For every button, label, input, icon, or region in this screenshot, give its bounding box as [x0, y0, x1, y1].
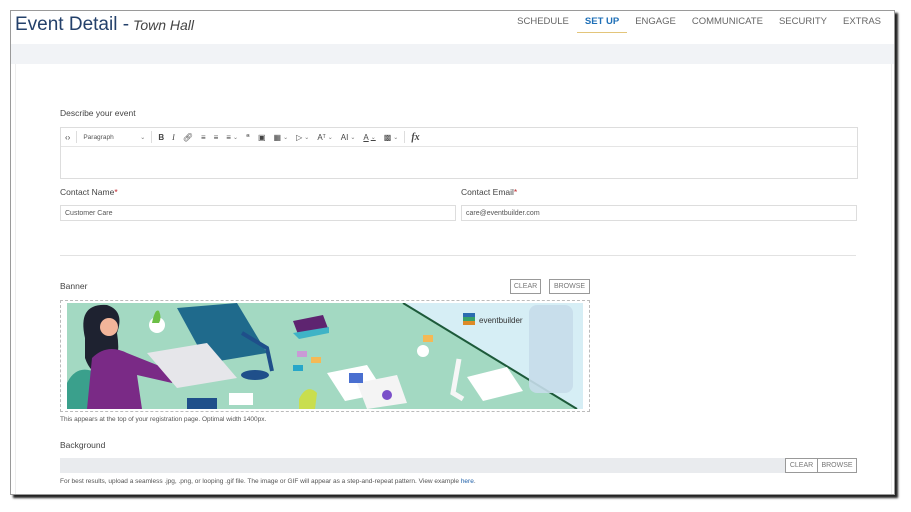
- toolbar-divider: [76, 131, 78, 143]
- tab-schedule[interactable]: SCHEDULE: [509, 11, 577, 33]
- banner-label: Banner: [60, 281, 88, 291]
- setup-form: Describe your event ‹› Paragraph ⌄ B I 🔗︎…: [15, 64, 892, 494]
- banner-browse-button[interactable]: BROWSE: [549, 279, 590, 294]
- page-title: Event Detail - Town Hall: [15, 14, 194, 36]
- highlight-icon[interactable]: ▩ ⌄: [380, 133, 403, 142]
- banner-dropzone[interactable]: eventbuilder: [60, 300, 590, 412]
- banner-clear-button[interactable]: CLEAR: [510, 279, 541, 294]
- page-title-text: Event Detail -: [15, 14, 130, 35]
- background-clear-button[interactable]: CLEAR: [785, 458, 818, 473]
- main-nav-tabs: SCHEDULE SET UP ENGAGE COMMUNICATE SECUR…: [509, 11, 889, 45]
- background-browse-button[interactable]: BROWSE: [817, 458, 857, 473]
- toolbar-divider: [404, 131, 406, 143]
- code-icon[interactable]: ‹›: [61, 133, 74, 142]
- media-icon[interactable]: ▷ ⌄: [292, 133, 313, 142]
- blockquote-icon[interactable]: “: [242, 133, 254, 142]
- event-name: Town Hall: [133, 17, 195, 33]
- bold-icon[interactable]: B: [154, 133, 168, 142]
- description-editor: ‹› Paragraph ⌄ B I 🔗︎ ≡ ≡ ≡ ⌄ “ ▣ ▦ ⌄ ▷ ⌄ AT…: [60, 127, 858, 179]
- svg-text:eventbuilder: eventbuilder: [479, 316, 523, 325]
- app-window: Event Detail - Town Hall SCHEDULE SET UP …: [10, 10, 895, 495]
- paragraph-select-value: Paragraph: [83, 133, 114, 141]
- description-input[interactable]: [61, 147, 857, 178]
- contact-email-label-text: Contact Email: [461, 187, 514, 197]
- tab-communicate[interactable]: COMMUNICATE: [684, 11, 771, 33]
- view-example-link[interactable]: here: [461, 478, 474, 485]
- link-icon[interactable]: 🔗︎: [179, 133, 197, 142]
- toolbar-divider: [151, 131, 153, 143]
- align-icon[interactable]: ≡ ⌄: [222, 133, 242, 142]
- bulleted-list-icon[interactable]: ≡: [197, 133, 210, 142]
- contact-name-label-text: Contact Name: [60, 187, 115, 197]
- contact-name-input[interactable]: Customer Care: [60, 205, 456, 221]
- tab-extras[interactable]: EXTRAS: [835, 11, 889, 33]
- numbered-list-icon[interactable]: ≡: [210, 133, 223, 142]
- required-mark: *: [513, 187, 518, 197]
- description-label: Describe your event: [60, 108, 136, 118]
- background-helper-copy: For best results, upload a seamless .jpg…: [60, 478, 459, 485]
- banner-chair: [529, 305, 573, 393]
- contact-name-label: Contact Name*: [60, 187, 118, 197]
- banner-helper-text: This appears at the top of your registra…: [60, 416, 267, 423]
- image-icon[interactable]: ▣: [254, 133, 270, 142]
- header: Event Detail - Town Hall SCHEDULE SET UP …: [11, 11, 894, 45]
- tab-set-up[interactable]: SET UP: [576, 11, 628, 33]
- italic-icon[interactable]: I: [168, 133, 179, 142]
- editor-toolbar: ‹› Paragraph ⌄ B I 🔗︎ ≡ ≡ ≡ ⌄ “ ▣ ▦ ⌄ ▷ ⌄ AT…: [61, 128, 857, 147]
- subheader-band: [11, 44, 894, 64]
- banner-image: eventbuilder: [67, 303, 583, 409]
- contact-email-input[interactable]: care@eventbuilder.com: [461, 205, 857, 221]
- chevron-down-icon: ⌄: [140, 134, 146, 141]
- contact-email-label: Contact Email*: [461, 187, 517, 197]
- font-color-icon[interactable]: A ⌄: [359, 133, 379, 142]
- font-family-icon[interactable]: AI ⌄: [337, 133, 360, 142]
- paragraph-select[interactable]: Paragraph ⌄: [79, 134, 149, 141]
- section-divider: [60, 255, 856, 256]
- formula-icon[interactable]: fx: [407, 132, 423, 143]
- background-file-field[interactable]: [60, 458, 786, 473]
- table-icon[interactable]: ▦ ⌄: [270, 133, 293, 142]
- font-size-icon[interactable]: A T ⌄: [313, 133, 336, 142]
- tab-engage[interactable]: ENGAGE: [627, 11, 684, 33]
- tab-security[interactable]: SECURITY: [771, 11, 835, 33]
- background-helper-text: For best results, upload a seamless .jpg…: [60, 478, 476, 485]
- background-label: Background: [60, 440, 106, 450]
- required-mark: *: [114, 187, 118, 197]
- background-helper-end: .: [473, 478, 476, 485]
